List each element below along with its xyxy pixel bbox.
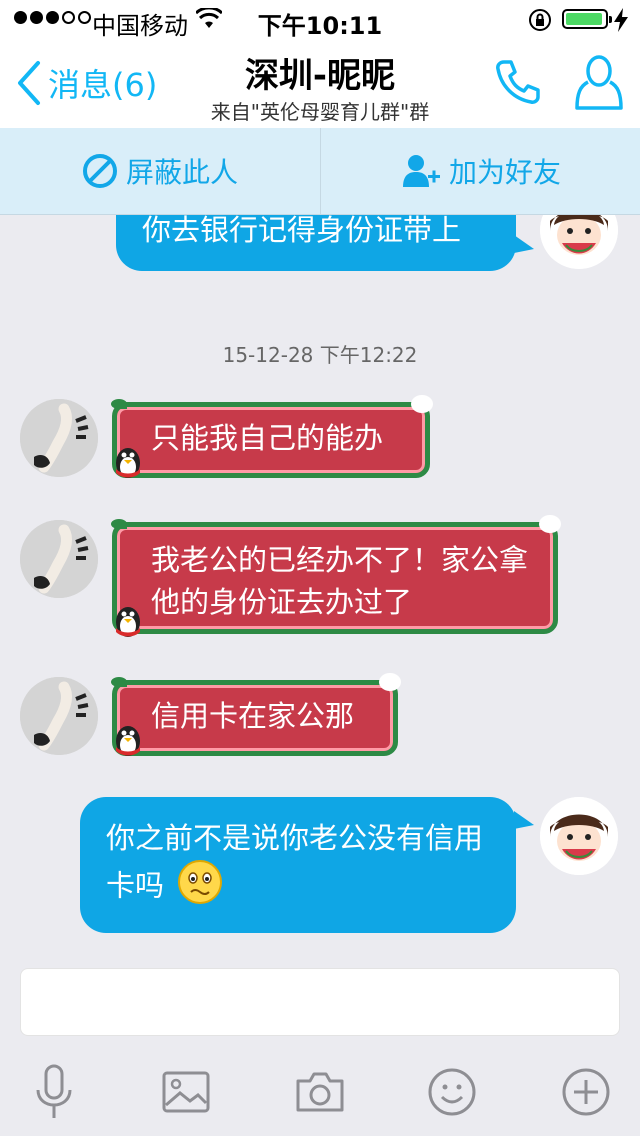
message-text: 我老公的已经办不了！家公拿他的身份证去办过了 [151,543,529,619]
camera-icon [296,1072,344,1112]
back-button[interactable]: 消息(6) [16,56,157,110]
contact-avatar[interactable] [20,520,98,598]
photo-button[interactable] [154,1060,218,1124]
image-icon [162,1071,210,1113]
message-bubble-outgoing[interactable]: 你去银行记得身份证带上 [116,215,516,271]
add-friend-label: 加为好友 [448,156,561,189]
message-bubble-incoming[interactable]: 只能我自己的能办 [111,395,433,478]
message-text: 你去银行记得身份证带上 [142,215,462,247]
battery-icon [562,9,612,29]
add-person-icon [402,155,440,187]
chat-title: 深圳-昵昵 [244,56,396,96]
message-bubble-incoming[interactable]: 信用卡在家公那 [111,673,401,756]
contact-avatar[interactable] [20,399,98,477]
plus-icon [562,1068,610,1116]
emoji-button[interactable] [420,1060,484,1124]
navigation-bar: 消息(6) 深圳-昵昵 来自"英伦母婴育儿群"群 [0,40,640,128]
input-toolbar [0,1044,640,1136]
block-user-label: 屏蔽此人 [125,156,238,189]
chat-messages[interactable]: 你去银行记得身份证带上 15-12-28 下午12:22 只能我自己的能办 我老… [0,215,640,965]
camera-button[interactable] [288,1060,352,1124]
block-icon [82,154,117,188]
qq-penguin-icon [108,600,148,640]
status-bar: 中国移动 下午10:11 [0,0,640,40]
stranger-action-bar: 屏蔽此人 加为好友 [0,128,640,215]
phone-icon [496,60,540,104]
rotation-lock-icon [528,8,552,36]
my-avatar[interactable] [540,797,618,875]
message-text: 你之前不是说你老公没有信用卡吗 [106,821,484,903]
message-bubble-outgoing[interactable]: 你之前不是说你老公没有信用卡吗 [80,797,516,933]
phone-call-button[interactable] [494,58,542,110]
back-label: 消息(6) [48,66,158,104]
microphone-icon [36,1064,72,1118]
qq-penguin-icon [108,719,148,759]
message-text: 只能我自己的能办 [151,421,384,455]
block-user-button[interactable]: 屏蔽此人 [0,128,320,214]
message-input[interactable] [20,968,620,1036]
chevron-left-icon [18,61,40,105]
more-options-button[interactable] [554,1060,618,1124]
emoji-icon [428,1068,476,1116]
add-friend-button[interactable]: 加为好友 [320,128,640,214]
message-timestamp: 15-12-28 下午12:22 [222,343,418,367]
my-avatar[interactable] [540,215,618,269]
message-text: 信用卡在家公那 [151,699,355,733]
worried-face-icon [177,859,223,916]
chat-subtitle: 来自"英伦母婴育儿群"群 [210,100,430,124]
message-bubble-incoming[interactable]: 我老公的已经办不了！家公拿他的身份证去办过了 [111,515,561,634]
charging-icon [614,8,628,36]
voice-button[interactable] [22,1060,86,1124]
contact-profile-button[interactable] [574,54,624,116]
contact-avatar[interactable] [20,677,98,755]
person-icon [575,55,623,110]
qq-penguin-icon [108,441,148,481]
